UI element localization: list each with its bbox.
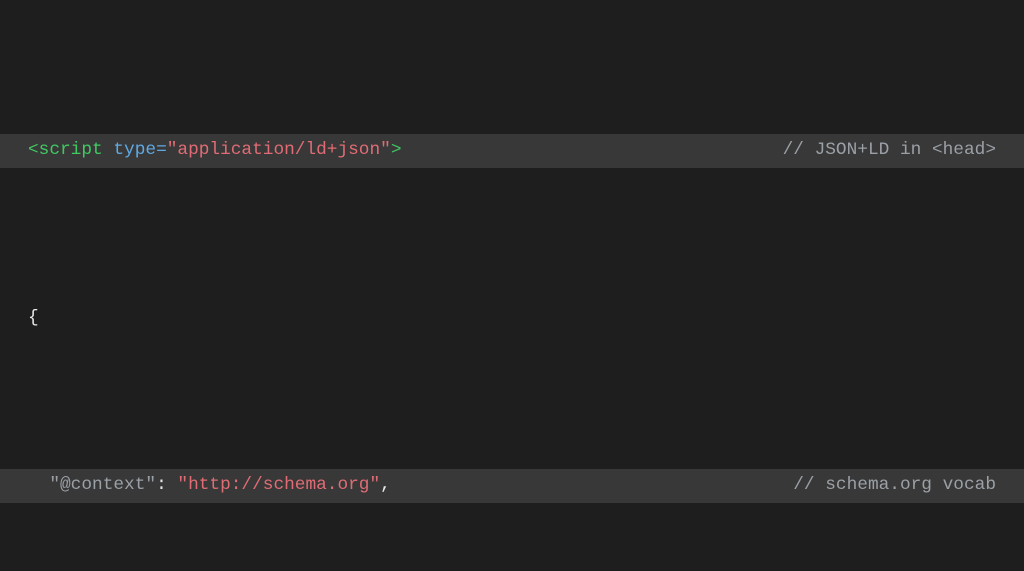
attr-token: type bbox=[113, 140, 156, 160]
string-token: "application/ld+json" bbox=[167, 140, 391, 160]
json-key: "@context" bbox=[49, 475, 156, 495]
tag-token: <script bbox=[28, 140, 103, 160]
json-string: "http://schema.org" bbox=[177, 475, 380, 495]
comment: // schema.org vocab bbox=[793, 469, 996, 503]
code-block: <script type="application/ld+json">// JS… bbox=[0, 0, 1024, 571]
code-line: <script type="application/ld+json">// JS… bbox=[0, 134, 1024, 168]
comment: // JSON+LD in <head> bbox=[783, 134, 996, 168]
code-line: { bbox=[0, 302, 1024, 336]
code-line: "@context": "http://schema.org",// schem… bbox=[0, 469, 1024, 503]
